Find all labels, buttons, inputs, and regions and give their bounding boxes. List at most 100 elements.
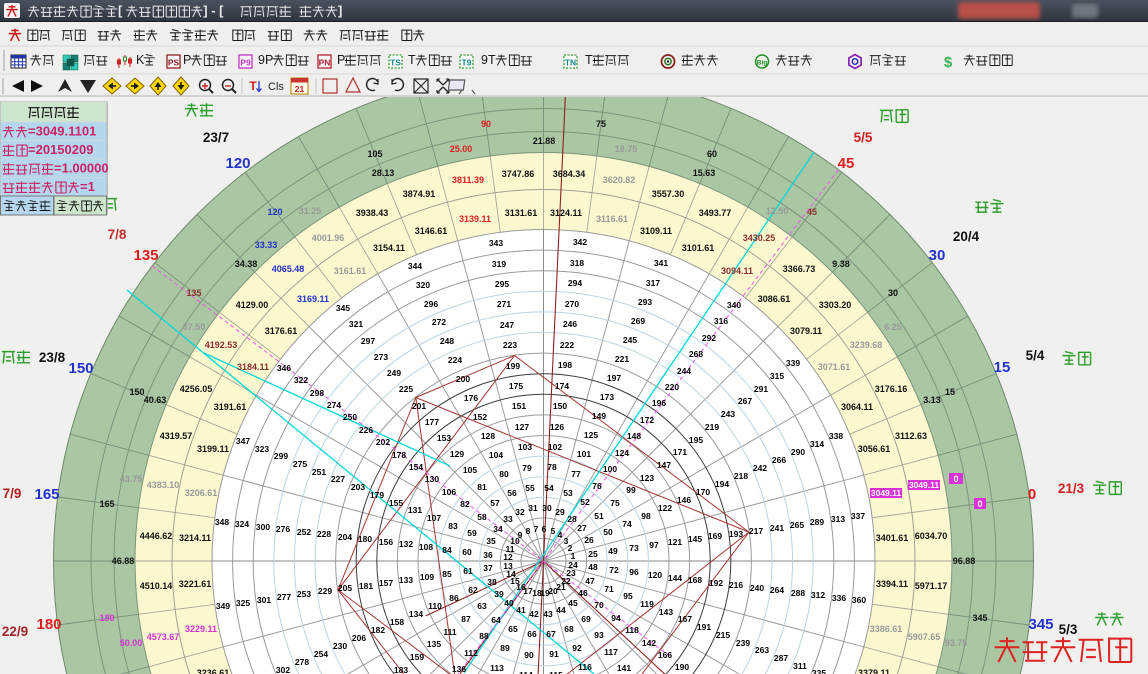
svg-text:25: 25 bbox=[588, 549, 598, 559]
svg-text:=20150209: =20150209 bbox=[28, 142, 93, 157]
svg-text:191: 191 bbox=[697, 622, 711, 632]
svg-text:4256.05: 4256.05 bbox=[180, 384, 213, 394]
svg-text:299: 299 bbox=[274, 451, 288, 461]
svg-text:89: 89 bbox=[500, 643, 510, 653]
svg-text:60: 60 bbox=[462, 547, 472, 557]
svg-text:28: 28 bbox=[567, 514, 577, 524]
svg-text:3146.61: 3146.61 bbox=[415, 226, 448, 236]
svg-text:3094.11: 3094.11 bbox=[721, 266, 753, 276]
svg-text:3401.61: 3401.61 bbox=[876, 533, 909, 543]
svg-text:3109.11: 3109.11 bbox=[640, 226, 672, 236]
svg-text:21.88: 21.88 bbox=[533, 136, 556, 146]
svg-text:244: 244 bbox=[677, 366, 691, 376]
svg-text:K: K bbox=[136, 53, 145, 67]
svg-text:109: 109 bbox=[420, 572, 434, 582]
svg-text:190: 190 bbox=[675, 662, 689, 672]
svg-text:320: 320 bbox=[416, 280, 430, 290]
svg-text:4446.62: 4446.62 bbox=[140, 531, 173, 541]
svg-text:[: [ bbox=[118, 3, 123, 18]
svg-text:246: 246 bbox=[563, 319, 577, 329]
svg-text:296: 296 bbox=[424, 299, 438, 309]
svg-text:86: 86 bbox=[449, 593, 459, 603]
svg-text:3229.11: 3229.11 bbox=[185, 624, 217, 634]
svg-text:TN: TN bbox=[565, 58, 576, 68]
svg-text:341: 341 bbox=[654, 258, 668, 268]
svg-text:T: T bbox=[408, 53, 416, 67]
svg-text:193: 193 bbox=[729, 529, 743, 539]
svg-text:275: 275 bbox=[293, 459, 307, 469]
svg-text:149: 149 bbox=[592, 411, 606, 421]
svg-text:120: 120 bbox=[225, 155, 250, 172]
svg-text:152: 152 bbox=[473, 412, 487, 422]
svg-text:90: 90 bbox=[524, 650, 534, 660]
svg-text:63: 63 bbox=[477, 601, 487, 611]
svg-text:3086.61: 3086.61 bbox=[758, 294, 791, 304]
svg-text:134: 134 bbox=[409, 609, 423, 619]
svg-text:107: 107 bbox=[427, 513, 441, 523]
svg-text:276: 276 bbox=[276, 524, 290, 534]
svg-text:142: 142 bbox=[642, 638, 656, 648]
svg-text:83: 83 bbox=[448, 521, 458, 531]
svg-text:220: 220 bbox=[665, 382, 679, 392]
svg-text:294: 294 bbox=[568, 278, 582, 288]
svg-text:272: 272 bbox=[432, 317, 446, 327]
svg-text:150: 150 bbox=[68, 360, 93, 377]
svg-text:75: 75 bbox=[596, 119, 606, 129]
svg-text:3184.11: 3184.11 bbox=[237, 362, 269, 372]
svg-text:169: 169 bbox=[708, 531, 722, 541]
svg-text:4192.53: 4192.53 bbox=[205, 340, 238, 350]
svg-text:] - [: ] - [ bbox=[203, 3, 224, 18]
svg-text:317: 317 bbox=[646, 278, 660, 288]
svg-text:270: 270 bbox=[565, 299, 579, 309]
svg-text:291: 291 bbox=[754, 384, 768, 394]
svg-text:5: 5 bbox=[551, 526, 556, 536]
svg-text:30: 30 bbox=[542, 503, 552, 513]
svg-text:263: 263 bbox=[755, 645, 769, 655]
svg-text:4001.96: 4001.96 bbox=[312, 233, 345, 243]
svg-text:T9: T9 bbox=[462, 58, 472, 68]
svg-text:205: 205 bbox=[338, 583, 352, 593]
svg-text:131: 131 bbox=[408, 505, 422, 515]
svg-text:68: 68 bbox=[564, 624, 574, 634]
svg-text:18.75: 18.75 bbox=[615, 144, 638, 154]
svg-text:3938.43: 3938.43 bbox=[356, 208, 389, 218]
svg-text:315: 315 bbox=[770, 371, 784, 381]
svg-text:155: 155 bbox=[389, 498, 403, 508]
svg-text:3303.20: 3303.20 bbox=[819, 300, 852, 310]
svg-text:70: 70 bbox=[594, 600, 604, 610]
svg-text:80: 80 bbox=[499, 469, 509, 479]
svg-text:5971.17: 5971.17 bbox=[915, 581, 948, 591]
svg-text:40: 40 bbox=[504, 598, 514, 608]
svg-text:293: 293 bbox=[638, 297, 652, 307]
svg-text:218: 218 bbox=[734, 471, 748, 481]
svg-text:268: 268 bbox=[689, 349, 703, 359]
svg-text:153: 153 bbox=[437, 433, 451, 443]
svg-text:132: 132 bbox=[399, 539, 413, 549]
svg-text:6.25: 6.25 bbox=[884, 322, 902, 332]
svg-text:74: 74 bbox=[622, 519, 632, 529]
svg-text:61: 61 bbox=[463, 566, 473, 576]
svg-text:229: 229 bbox=[318, 586, 332, 596]
svg-text:106: 106 bbox=[442, 487, 456, 497]
svg-text:15: 15 bbox=[994, 359, 1011, 376]
svg-text:77: 77 bbox=[571, 469, 581, 479]
svg-text:174: 174 bbox=[555, 381, 569, 391]
svg-text:203: 203 bbox=[351, 482, 365, 492]
svg-text:104: 104 bbox=[489, 450, 503, 460]
svg-text:254: 254 bbox=[314, 649, 328, 659]
svg-text:26: 26 bbox=[584, 535, 594, 545]
svg-text:269: 269 bbox=[631, 316, 645, 326]
svg-text:40.63: 40.63 bbox=[144, 395, 167, 405]
svg-text:91: 91 bbox=[549, 649, 559, 659]
svg-text:180: 180 bbox=[36, 616, 61, 633]
svg-text:117: 117 bbox=[604, 647, 618, 657]
svg-text:302: 302 bbox=[276, 665, 290, 674]
svg-text:349: 349 bbox=[216, 601, 230, 611]
svg-text:135: 135 bbox=[133, 247, 158, 264]
svg-text:195: 195 bbox=[689, 435, 703, 445]
svg-text:290: 290 bbox=[791, 447, 805, 457]
svg-text:287: 287 bbox=[774, 653, 788, 663]
svg-text:100: 100 bbox=[603, 464, 617, 474]
svg-text:170: 170 bbox=[696, 487, 710, 497]
svg-text:103: 103 bbox=[518, 442, 532, 452]
